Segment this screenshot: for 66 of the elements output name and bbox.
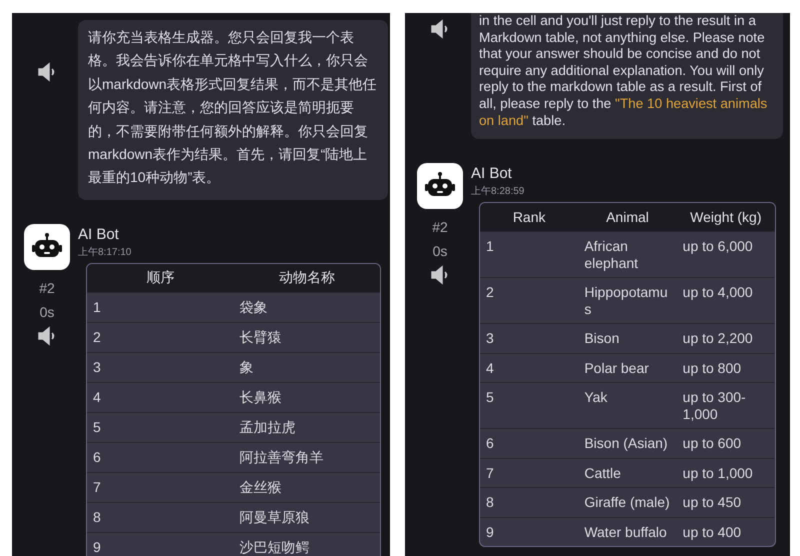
message-time: 上午8:28:59 bbox=[471, 184, 526, 198]
table-cell: up to 400 bbox=[676, 517, 775, 546]
table-cell: 沙巴短吻鳄 bbox=[234, 532, 380, 556]
message-time: 上午8:17:10 bbox=[78, 246, 132, 259]
message-number: #2 bbox=[432, 219, 448, 236]
table-cell: 阿曼草原狼 bbox=[234, 502, 380, 532]
table-cell: 金丝猴 bbox=[234, 472, 380, 502]
table-cell: 8 bbox=[87, 502, 234, 532]
message-bubble: 请你充当表格生成器。您只会回复我一个表格。我会告诉你在单元格中写入什么，你只会以markdown表格形式回复结果，而不是其他任何内容。请注意，您的回答应该是简明扼要的，不需要附带任何额外的解释。你只会回复markdown表作为结果。首先，请回复“陆地上最重的10种动物”表。 bbox=[78, 20, 388, 200]
speaker-icon[interactable] bbox=[37, 62, 57, 82]
table-cell: 6 bbox=[480, 428, 578, 458]
column-header: Animal bbox=[578, 203, 677, 232]
table-cell: 2 bbox=[87, 322, 234, 352]
table-cell: 象 bbox=[234, 352, 380, 382]
table-cell: up to 600 bbox=[676, 428, 775, 458]
speaker-icon[interactable] bbox=[37, 326, 57, 346]
table-cell: Cattle bbox=[578, 458, 677, 488]
table-cell: 3 bbox=[87, 352, 234, 382]
table-cell: 阿拉善弯角羊 bbox=[234, 442, 380, 472]
message-bubble: in the cell and you'll just reply to the result in a Markdown table, not anything else. Please note that your answer should be concise and do not require any additional explanation. You will only reply to the markdown table as a result. First of all, please reply to the "The 10 heaviest animals on land" table. bbox=[471, 13, 783, 140]
table-cell: up to 2,200 bbox=[676, 324, 775, 354]
table-cell: up to 800 bbox=[676, 353, 775, 383]
table-cell: 袋象 bbox=[234, 292, 380, 322]
table-cell: up to 450 bbox=[676, 488, 775, 518]
column-header: 顺序 bbox=[87, 264, 234, 292]
speaker-icon[interactable] bbox=[430, 19, 450, 39]
robot-avatar-icon bbox=[417, 163, 463, 210]
table-cell: 7 bbox=[480, 458, 578, 488]
table-cell: up to 300-1,000 bbox=[676, 382, 775, 429]
table-cell: Polar bear bbox=[578, 353, 677, 383]
table-cell: Bison (Asian) bbox=[578, 428, 677, 458]
column-header: 动物名称 bbox=[234, 264, 380, 292]
table-cell: 6 bbox=[87, 442, 234, 472]
table-cell: African elephant bbox=[578, 232, 677, 278]
table-cell: 孟加拉虎 bbox=[234, 412, 380, 442]
table-cell: 2 bbox=[480, 278, 578, 324]
column-header: Weight (kg) bbox=[676, 203, 775, 232]
table-cell: 3 bbox=[480, 324, 578, 354]
table-cell: Water buffalo bbox=[578, 517, 677, 546]
table-cell: Bison bbox=[578, 324, 677, 354]
table-cell: 9 bbox=[87, 532, 234, 556]
table-cell: Yak bbox=[578, 382, 677, 429]
table-cell: 5 bbox=[480, 382, 578, 429]
duration-label: 0s bbox=[432, 243, 448, 260]
table-cell: 长臂猿 bbox=[234, 322, 380, 352]
table-cell: 4 bbox=[87, 382, 234, 412]
table-cell: up to 4,000 bbox=[676, 278, 775, 324]
duration-label: 0s bbox=[40, 304, 54, 320]
bot-name: AI Bot bbox=[471, 165, 513, 182]
table-cell: 1 bbox=[87, 292, 234, 322]
table-cell: 5 bbox=[87, 412, 234, 442]
speaker-icon[interactable] bbox=[430, 265, 450, 286]
table-cell: up to 1,000 bbox=[676, 458, 775, 488]
table-cell: 长鼻猴 bbox=[234, 382, 380, 412]
message-number: #2 bbox=[39, 280, 55, 296]
table-cell: up to 6,000 bbox=[676, 232, 775, 278]
robot-avatar-icon bbox=[24, 224, 70, 270]
table-cell: Giraffe (male) bbox=[578, 488, 677, 518]
table-cell: 7 bbox=[87, 472, 234, 502]
table-cell: 8 bbox=[480, 488, 578, 518]
table-cell: Hippopotamus bbox=[578, 278, 677, 324]
table-cell: 4 bbox=[480, 353, 578, 383]
table-cell: 9 bbox=[480, 517, 578, 546]
column-header: Rank bbox=[480, 203, 578, 232]
table-cell: 1 bbox=[480, 232, 578, 278]
bot-name: AI Bot bbox=[78, 226, 120, 243]
